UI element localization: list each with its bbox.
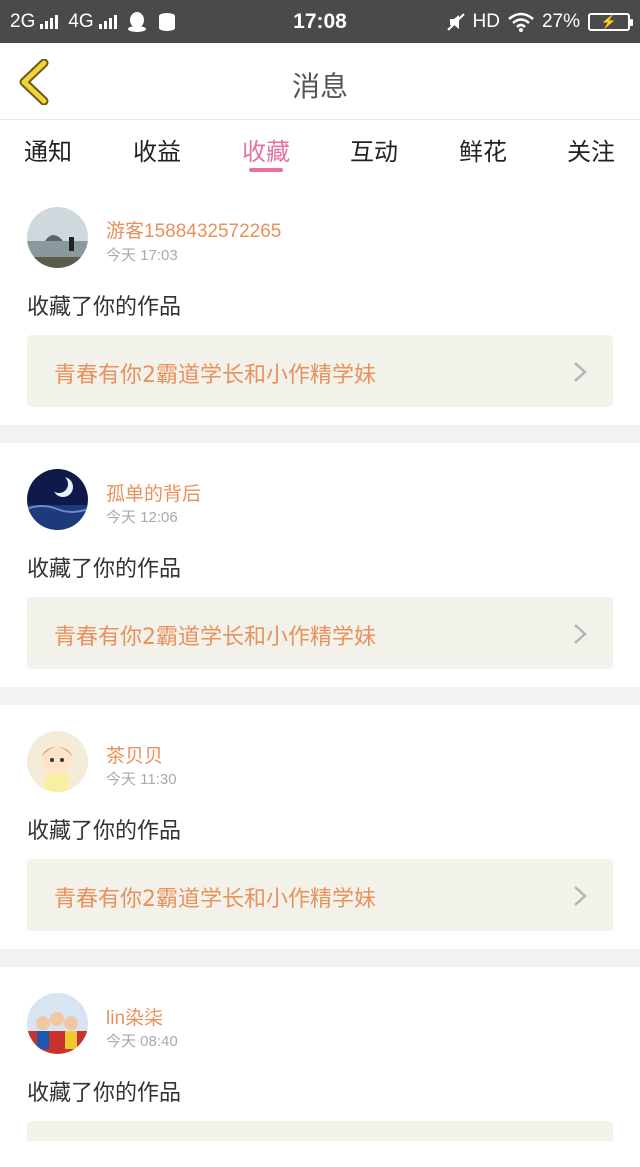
message-action: 收藏了你的作品	[27, 1081, 182, 1106]
message-item: 茶贝贝 今天 11:30 收藏了你的作品 青春有你2霸道学长和小作精学妹	[0, 705, 640, 950]
divider	[0, 687, 640, 705]
mute-icon	[446, 12, 465, 31]
message-action: 收藏了你的作品	[27, 557, 182, 582]
work-title: 青春有你2霸道学长和小作精学妹	[54, 363, 376, 388]
tab-notice[interactable]: 通知	[8, 132, 88, 167]
message-action: 收藏了你的作品	[27, 819, 182, 844]
message-time: 今天 17:03	[106, 247, 178, 264]
user-name[interactable]: 游客1588432572265	[106, 216, 281, 243]
divider	[0, 425, 640, 443]
chevron-right-icon	[574, 624, 587, 644]
divider	[0, 949, 640, 967]
work-title: 青春有你2霸道学长和小作精学妹	[54, 625, 376, 650]
wifi-icon	[508, 12, 534, 32]
user-name[interactable]: lin染柒	[106, 1003, 163, 1030]
battery-percent: 27%	[541, 10, 580, 32]
avatar[interactable]	[27, 993, 88, 1054]
work-title: 青春有你2霸道学长和小作精学妹	[54, 887, 376, 912]
status-right: HD 27% ⚡	[446, 0, 633, 43]
page-title: 消息	[291, 70, 348, 103]
active-tab-indicator	[249, 168, 283, 172]
user-name[interactable]: 茶贝贝	[106, 741, 163, 768]
message-time: 今天 11:30	[106, 771, 177, 788]
message-time: 今天 08:40	[106, 1033, 178, 1050]
user-name[interactable]: 孤单的背后	[106, 479, 201, 506]
avatar[interactable]	[27, 731, 88, 792]
tab-interaction[interactable]: 互动	[334, 132, 414, 167]
work-link[interactable]: 青春有你2霸道学长和小作精学妹	[27, 335, 613, 407]
work-link[interactable]	[27, 1121, 613, 1141]
avatar[interactable]	[27, 207, 88, 268]
tab-flowers[interactable]: 鲜花	[443, 132, 523, 167]
tab-earnings[interactable]: 收益	[117, 132, 197, 167]
message-time: 今天 12:06	[106, 509, 178, 526]
message-item: lin染柒 今天 08:40 收藏了你的作品	[0, 967, 640, 1167]
tab-favorites[interactable]: 收藏	[226, 132, 306, 167]
status-bar: 2G 4G 17:08 HD 27% ⚡	[0, 0, 640, 43]
header-bar: 消息	[0, 43, 640, 120]
tab-follow[interactable]: 关注	[551, 132, 631, 167]
message-item: 游客1588432572265 今天 17:03 收藏了你的作品 青春有你2霸道…	[0, 180, 640, 425]
chevron-right-icon	[574, 362, 587, 382]
tab-bar: 通知 收益 收藏 互动 鲜花 关注	[0, 120, 640, 180]
message-action: 收藏了你的作品	[27, 295, 182, 320]
hd-label: HD	[472, 10, 500, 32]
avatar[interactable]	[27, 469, 88, 530]
battery-icon: ⚡	[588, 12, 633, 31]
work-link[interactable]: 青春有你2霸道学长和小作精学妹	[27, 859, 613, 931]
work-link[interactable]: 青春有你2霸道学长和小作精学妹	[27, 597, 613, 669]
chevron-right-icon	[574, 886, 587, 906]
message-item: 孤单的背后 今天 12:06 收藏了你的作品 青春有你2霸道学长和小作精学妹	[0, 443, 640, 688]
